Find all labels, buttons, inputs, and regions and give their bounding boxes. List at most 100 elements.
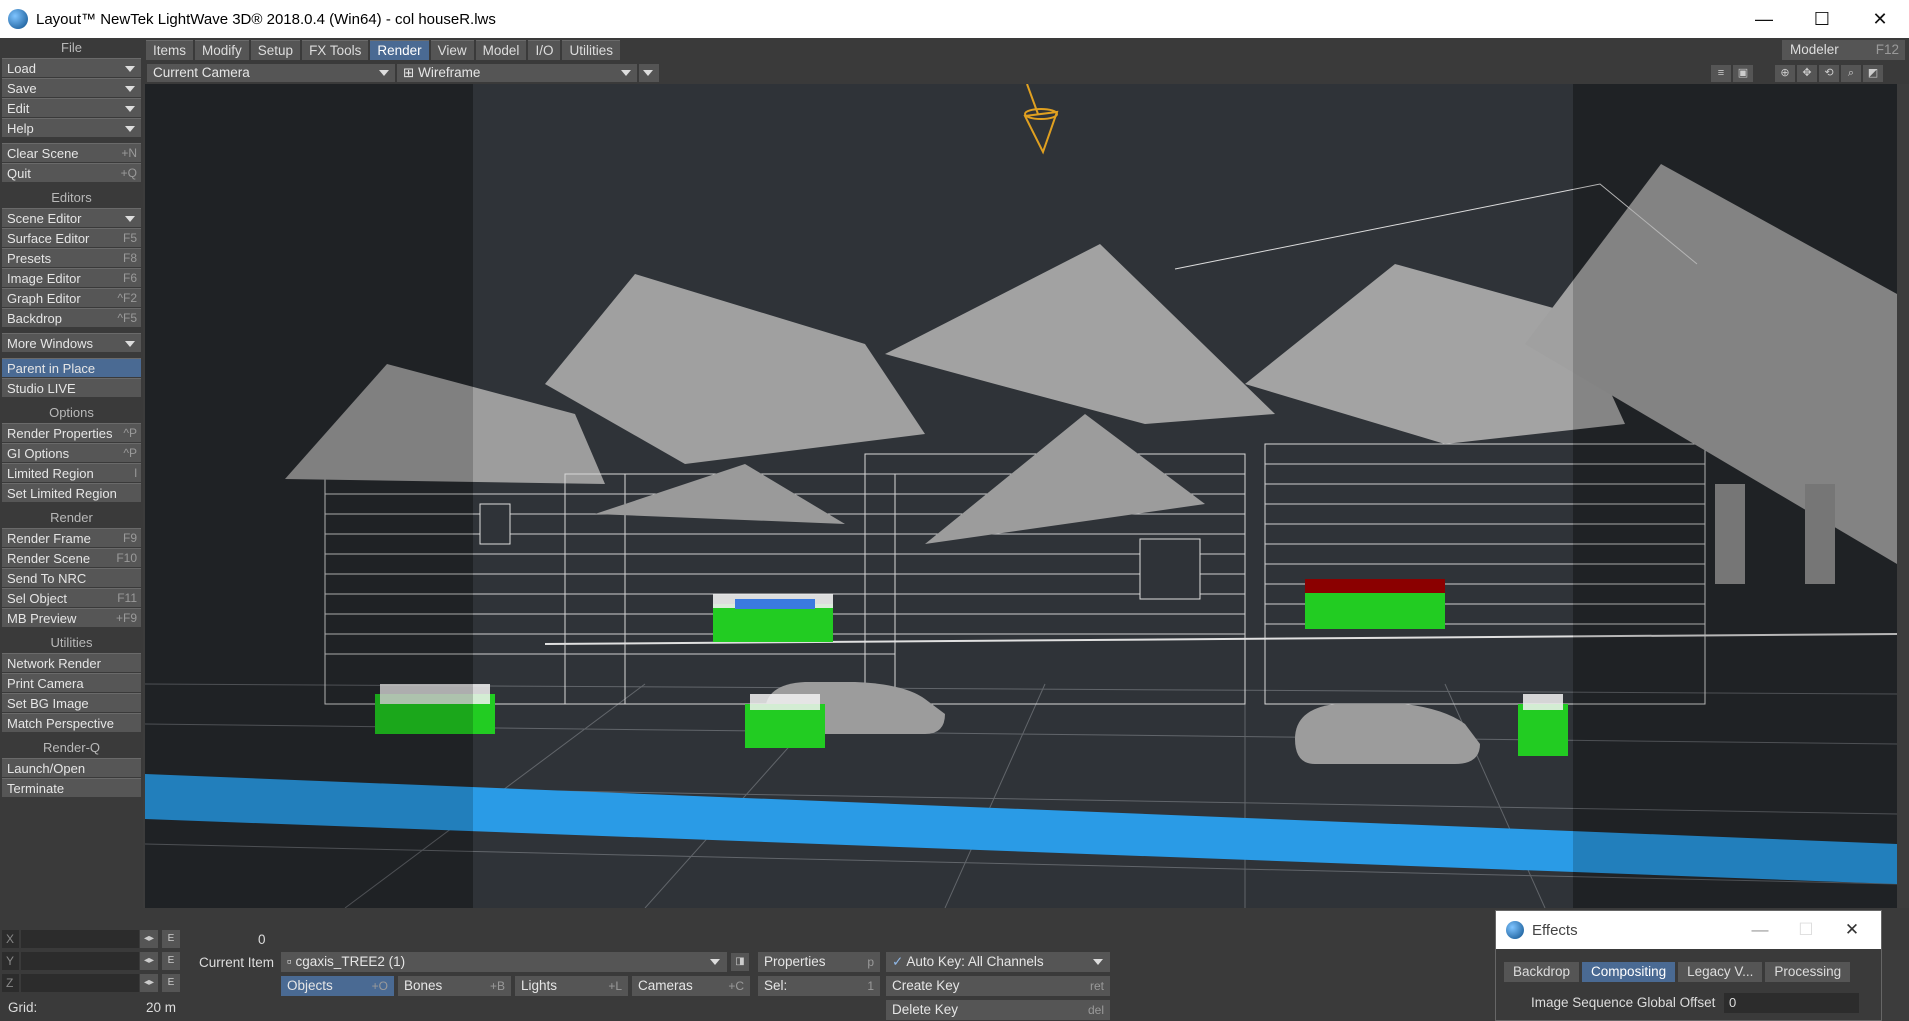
delete-key-button[interactable]: Delete Key del — [886, 1000, 1110, 1020]
maximize-button[interactable]: ☐ — [1793, 0, 1851, 38]
modeler-button[interactable]: Modeler F12 — [1782, 40, 1905, 60]
send-to-nrc-label: Send To NRC — [7, 571, 87, 586]
launch-open-button[interactable]: Launch/Open — [2, 758, 141, 777]
network-render-button[interactable]: Network Render — [2, 653, 141, 672]
image-editor-label: Image Editor — [7, 271, 81, 286]
current-frame-value[interactable]: 0 — [258, 930, 266, 950]
current-item-value: cgaxis_TREE2 (1) — [295, 954, 406, 969]
viewport-options-dropdown[interactable] — [639, 64, 659, 82]
graph-editor-button[interactable]: Graph Editor ^F2 — [2, 288, 141, 307]
chevron-down-icon — [643, 70, 653, 76]
rotate-icon[interactable]: ⟲ — [1819, 65, 1839, 82]
y-value-field[interactable] — [21, 952, 139, 970]
zoom-icon[interactable]: ⌕ — [1841, 65, 1861, 82]
tab-view[interactable]: View — [430, 40, 474, 60]
x-arrows-icon[interactable]: ◂▸ — [140, 930, 158, 948]
shortcut-label: F12 — [1875, 42, 1899, 57]
tab-model[interactable]: Model — [475, 40, 527, 60]
render-frame-button[interactable]: Render Frame F9 — [2, 528, 141, 547]
limited-region-button[interactable]: Limited Region l — [2, 463, 141, 482]
surface-editor-button[interactable]: Surface Editor F5 — [2, 228, 141, 247]
shortcut-label: ^F2 — [117, 291, 137, 305]
objects-button[interactable]: Objects +O — [281, 976, 394, 996]
terminate-button[interactable]: Terminate — [2, 778, 141, 797]
load-button[interactable]: Load — [2, 58, 141, 77]
effects-minimize-button[interactable]: — — [1737, 920, 1783, 940]
studio-live-button[interactable]: Studio LIVE — [2, 378, 141, 397]
left-toolbar-panel: File Load Save Edit Help Clear Scene +N Q… — [0, 38, 143, 928]
render-mode-select[interactable]: ⊞ Wireframe — [397, 64, 637, 82]
create-key-button[interactable]: Create Key ret — [886, 976, 1110, 996]
move-icon[interactable]: ✥ — [1797, 65, 1817, 82]
3d-viewport[interactable] — [145, 84, 1897, 908]
tab-utilities[interactable]: Utilities — [562, 40, 620, 60]
z-arrows-icon[interactable]: ◂▸ — [140, 974, 158, 992]
set-limited-region-button[interactable]: Set Limited Region — [2, 483, 141, 502]
x-envelope-button[interactable]: E — [162, 930, 180, 948]
image-sequence-offset-field[interactable]: 0 — [1724, 993, 1859, 1013]
tab-render[interactable]: Render — [370, 40, 429, 60]
axis-x-label: X — [2, 930, 19, 948]
auto-key-select[interactable]: ✓ Auto Key: All Channels — [886, 952, 1110, 972]
tab-setup[interactable]: Setup — [250, 40, 301, 60]
close-button[interactable]: ✕ — [1851, 0, 1909, 38]
render-scene-button[interactable]: Render Scene F10 — [2, 548, 141, 567]
backdrop-button[interactable]: Backdrop ^F5 — [2, 308, 141, 327]
tab-processing[interactable]: Processing — [1765, 962, 1851, 982]
tab-backdrop[interactable]: Backdrop — [1504, 962, 1580, 982]
grid-value[interactable]: 20 m — [146, 998, 176, 1018]
cameras-button[interactable]: Cameras +C — [632, 976, 750, 996]
tab-fx-tools[interactable]: FX Tools — [302, 40, 369, 60]
view-type-select[interactable]: Current Camera — [147, 64, 395, 82]
help-button[interactable]: Help — [2, 118, 141, 137]
backdrop-label: Backdrop — [7, 311, 62, 326]
list-icon[interactable]: ≡ — [1711, 65, 1731, 82]
save-view-icon[interactable]: ▣ — [1733, 65, 1753, 82]
quit-button[interactable]: Quit +Q — [2, 163, 141, 182]
item-toggle-icon[interactable]: ◨ — [731, 953, 749, 971]
clear-scene-button[interactable]: Clear Scene +N — [2, 143, 141, 162]
z-value-field[interactable] — [21, 974, 139, 992]
bones-button[interactable]: Bones +B — [398, 976, 511, 996]
tab-items[interactable]: Items — [146, 40, 194, 60]
minimize-button[interactable]: — — [1735, 0, 1793, 38]
image-editor-button[interactable]: Image Editor F6 — [2, 268, 141, 287]
edit-button[interactable]: Edit — [2, 98, 141, 117]
y-arrows-icon[interactable]: ◂▸ — [140, 952, 158, 970]
tab-io[interactable]: I/O — [528, 40, 561, 60]
mb-preview-button[interactable]: MB Preview +F9 — [2, 608, 141, 627]
print-camera-button[interactable]: Print Camera — [2, 673, 141, 692]
center-icon[interactable]: ⊕ — [1775, 65, 1795, 82]
y-envelope-button[interactable]: E — [162, 952, 180, 970]
tab-modify[interactable]: Modify — [195, 40, 249, 60]
render-properties-button[interactable]: Render Properties ^P — [2, 423, 141, 442]
parent-in-place-toggle[interactable]: Parent in Place — [2, 358, 141, 377]
tab-compositing[interactable]: Compositing — [1582, 962, 1676, 982]
gi-options-button[interactable]: GI Options ^P — [2, 443, 141, 462]
effects-maximize-button[interactable]: ☐ — [1783, 920, 1829, 940]
lights-button[interactable]: Lights +L — [515, 976, 628, 996]
properties-button[interactable]: Properties p — [758, 952, 880, 972]
effects-title-bar[interactable]: Effects — ☐ ✕ — [1496, 911, 1881, 949]
maximize-viewport-icon[interactable]: ◩ — [1863, 65, 1883, 82]
x-value-field[interactable] — [21, 930, 139, 948]
tab-legacy-v[interactable]: Legacy V... — [1678, 962, 1763, 982]
send-to-nrc-button[interactable]: Send To NRC — [2, 568, 141, 587]
match-perspective-button[interactable]: Match Perspective — [2, 713, 141, 732]
presets-button[interactable]: Presets F8 — [2, 248, 141, 267]
save-button[interactable]: Save — [2, 78, 141, 97]
scene-editor-button[interactable]: Scene Editor — [2, 208, 141, 227]
set-bg-image-button[interactable]: Set BG Image — [2, 693, 141, 712]
section-header-render-q: Render-Q — [0, 738, 143, 758]
section-header-editors: Editors — [0, 188, 143, 208]
help-label: Help — [7, 121, 34, 136]
shortcut-label: +C — [728, 979, 744, 993]
section-header-file: File — [0, 38, 143, 58]
more-windows-button[interactable]: More Windows — [2, 333, 141, 352]
effects-close-button[interactable]: ✕ — [1829, 920, 1875, 940]
current-item-select[interactable]: ▫ cgaxis_TREE2 (1) — [281, 952, 727, 972]
sel-object-button[interactable]: Sel Object F11 — [2, 588, 141, 607]
z-envelope-button[interactable]: E — [162, 974, 180, 992]
view-type-value: Current Camera — [153, 65, 250, 80]
shortcut-label: +F9 — [115, 611, 137, 625]
